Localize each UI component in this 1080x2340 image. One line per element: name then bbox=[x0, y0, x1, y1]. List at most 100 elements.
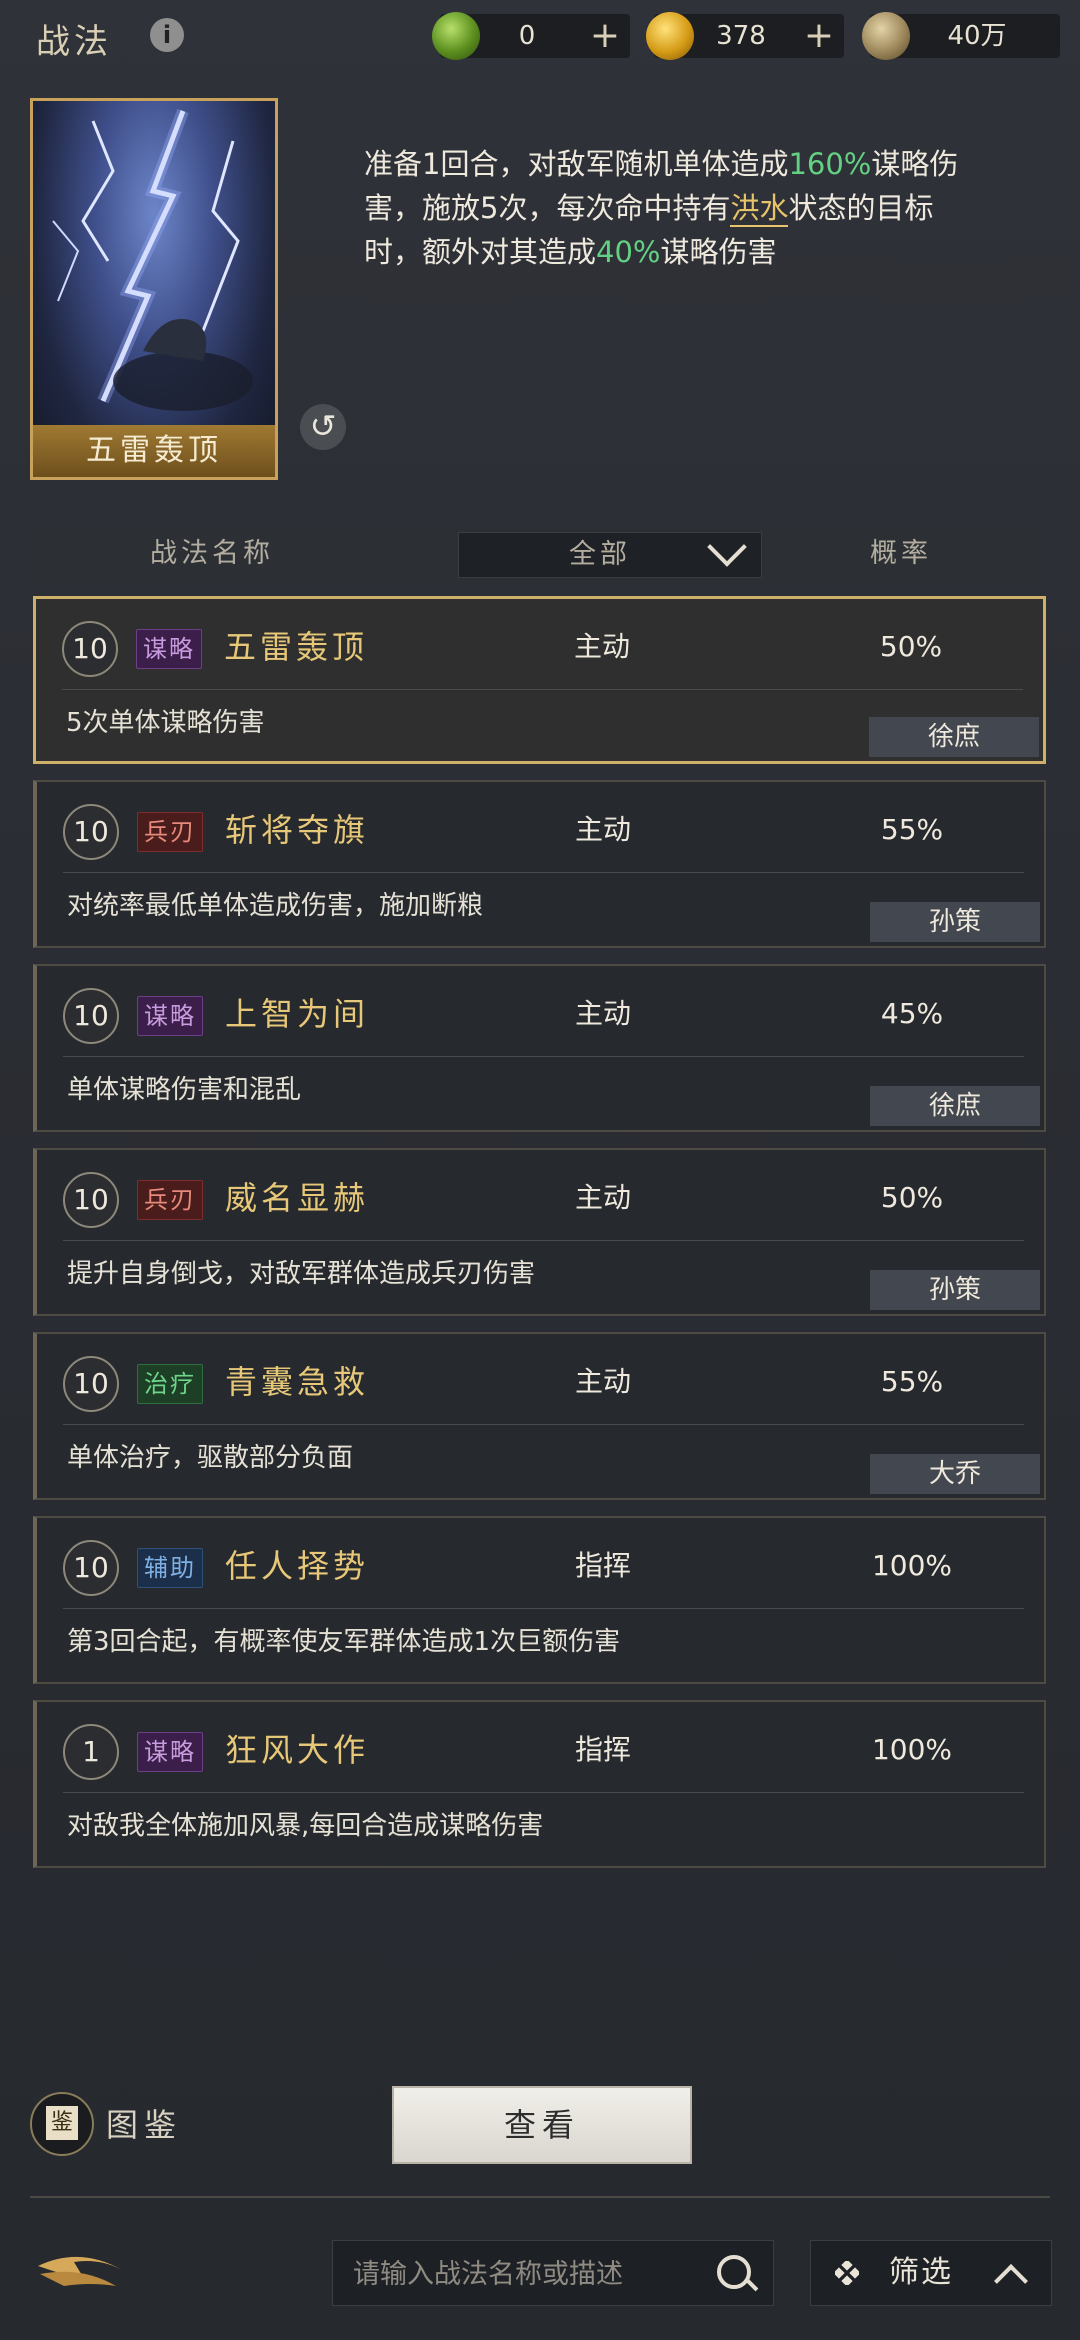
skill-level: 10 bbox=[63, 804, 119, 860]
codex-label: 图鉴 bbox=[106, 2106, 183, 2144]
skill-summary: 第3回合起，有概率使友军群体造成1次巨额伤害 bbox=[67, 1627, 621, 1657]
desc-value: 40% bbox=[596, 235, 661, 269]
search-input[interactable] bbox=[351, 2241, 695, 2307]
skill-category-tag: 治疗 bbox=[137, 1364, 203, 1404]
lightning-art bbox=[52, 108, 253, 411]
row-divider bbox=[63, 1424, 1024, 1425]
skill-name: 五雷轰顶 bbox=[224, 628, 369, 666]
skill-category-tag: 谋略 bbox=[137, 1732, 203, 1772]
skill-category-tag: 谋略 bbox=[136, 629, 202, 669]
skill-name: 上智为间 bbox=[225, 995, 370, 1033]
column-rate-header: 概率 bbox=[870, 538, 932, 569]
skill-name: 狂风大作 bbox=[225, 1731, 370, 1769]
skill-summary: 对敌我全体施加风暴,每回合造成谋略伤害 bbox=[67, 1811, 544, 1841]
filter-diamond-icon bbox=[835, 2261, 859, 2285]
skill-rate: 45% bbox=[880, 997, 944, 1030]
gold-coin-icon bbox=[646, 12, 694, 60]
row-divider bbox=[63, 1608, 1024, 1609]
skill-name: 青囊急救 bbox=[225, 1363, 370, 1401]
skill-row[interactable]: 10 治疗 青囊急救 主动 55% 单体治疗，驱散部分负面 大乔 bbox=[33, 1332, 1046, 1500]
add-jade-button[interactable]: + bbox=[590, 14, 620, 58]
skill-rate: 55% bbox=[880, 1365, 944, 1398]
chevron-down-icon bbox=[707, 527, 747, 567]
skill-rate: 50% bbox=[880, 1181, 944, 1214]
back-button[interactable] bbox=[30, 2236, 130, 2306]
chevron-up-icon bbox=[994, 2264, 1028, 2298]
skill-name: 斩将夺旗 bbox=[225, 811, 370, 849]
skill-card-name: 五雷轰顶 bbox=[33, 425, 275, 477]
skill-rate: 100% bbox=[871, 1733, 953, 1766]
row-divider bbox=[63, 1240, 1024, 1241]
skill-category-tag: 兵刃 bbox=[137, 812, 203, 852]
skill-summary: 5次单体谋略伤害 bbox=[66, 708, 265, 738]
skill-description: 准备1回合，对敌军随机单体造成160%谋略伤害，施放5次，每次命中持有洪水状态的… bbox=[364, 142, 984, 274]
jade-coin-icon bbox=[432, 12, 480, 60]
reset-icon[interactable]: ↺ bbox=[300, 404, 346, 450]
skill-summary: 对统率最低单体造成伤害，施加断粮 bbox=[67, 891, 484, 921]
skill-level: 1 bbox=[63, 1724, 119, 1780]
skill-type: 主动 bbox=[575, 813, 632, 846]
skill-owner-badge[interactable]: 徐庶 bbox=[869, 717, 1039, 757]
column-name-header: 战法名称 bbox=[150, 538, 274, 569]
skill-category-tag: 兵刃 bbox=[137, 1180, 203, 1220]
skill-card[interactable]: 五雷轰顶 bbox=[30, 98, 278, 480]
page-title: 战法 bbox=[36, 22, 112, 62]
view-button[interactable]: 查看 bbox=[392, 2086, 692, 2164]
codex-icon: 鉴 bbox=[30, 2092, 94, 2156]
skill-row[interactable]: 10 谋略 上智为间 主动 45% 单体谋略伤害和混乱 徐庶 bbox=[33, 964, 1046, 1132]
skill-name: 威名显赫 bbox=[225, 1179, 370, 1217]
skill-level: 10 bbox=[63, 1356, 119, 1412]
desc-value: 160% bbox=[788, 147, 872, 181]
copper-coin-icon bbox=[862, 12, 910, 60]
skill-type: 主动 bbox=[575, 997, 632, 1030]
skill-owner-badge[interactable]: 孙策 bbox=[870, 902, 1040, 942]
gold-currency: 378 + bbox=[646, 12, 844, 60]
skill-level: 10 bbox=[63, 1172, 119, 1228]
desc-text: 谋略伤害 bbox=[660, 235, 777, 269]
row-divider bbox=[62, 689, 1023, 690]
divider bbox=[30, 2196, 1050, 2198]
skill-rate: 55% bbox=[880, 813, 944, 846]
jade-amount: 0 bbox=[518, 21, 536, 51]
skill-level: 10 bbox=[63, 988, 119, 1044]
desc-status-link[interactable]: 洪水 bbox=[730, 191, 789, 227]
skill-row[interactable]: 10 谋略 五雷轰顶 主动 50% 5次单体谋略伤害 徐庶 bbox=[33, 596, 1046, 764]
skill-owner-badge[interactable]: 孙策 bbox=[870, 1270, 1040, 1310]
skill-row[interactable]: 10 兵刃 威名显赫 主动 50% 提升自身倒戈，对敌军群体造成兵刃伤害 孙策 bbox=[33, 1148, 1046, 1316]
desc-text: 准备1回合，对敌军随机单体造成 bbox=[364, 147, 789, 181]
row-divider bbox=[63, 872, 1024, 873]
row-divider bbox=[63, 1056, 1024, 1057]
skill-owner-badge[interactable]: 徐庶 bbox=[870, 1086, 1040, 1126]
skill-name: 任人择势 bbox=[225, 1547, 370, 1585]
skill-type: 主动 bbox=[574, 630, 631, 663]
filter-button[interactable]: 筛选 bbox=[810, 2240, 1052, 2306]
skill-category-tag: 谋略 bbox=[137, 996, 203, 1036]
info-icon[interactable]: i bbox=[150, 18, 184, 52]
row-divider bbox=[63, 1792, 1024, 1793]
back-arrow-icon bbox=[38, 2256, 122, 2286]
copper-currency: 40万 bbox=[862, 12, 1060, 60]
skill-summary: 提升自身倒戈，对敌军群体造成兵刃伤害 bbox=[67, 1259, 536, 1289]
skill-category-tag: 辅助 bbox=[137, 1548, 203, 1588]
skill-rate: 100% bbox=[871, 1549, 953, 1582]
copper-amount: 40万 bbox=[947, 21, 1007, 51]
list-header: 战法名称 全部 概率 bbox=[30, 524, 1048, 584]
skill-row[interactable]: 1 谋略 狂风大作 指挥 100% 对敌我全体施加风暴,每回合造成谋略伤害 bbox=[33, 1700, 1046, 1868]
skill-type: 主动 bbox=[575, 1365, 632, 1398]
skill-type: 指挥 bbox=[575, 1549, 632, 1582]
skill-rate: 50% bbox=[879, 630, 943, 663]
skill-type: 主动 bbox=[575, 1181, 632, 1214]
skill-summary: 单体治疗，驱散部分负面 bbox=[67, 1443, 354, 1473]
category-dropdown[interactable]: 全部 bbox=[458, 527, 762, 578]
add-gold-button[interactable]: + bbox=[804, 14, 834, 58]
jade-currency: 0 + bbox=[432, 12, 630, 60]
skill-level: 10 bbox=[63, 1540, 119, 1596]
search-icon[interactable] bbox=[717, 2255, 751, 2289]
skill-row[interactable]: 10 兵刃 斩将夺旗 主动 55% 对统率最低单体造成伤害，施加断粮 孙策 bbox=[33, 780, 1046, 948]
skill-row[interactable]: 10 辅助 任人择势 指挥 100% 第3回合起，有概率使友军群体造成1次巨额伤害 bbox=[33, 1516, 1046, 1684]
filter-label: 筛选 bbox=[889, 2255, 953, 2290]
gold-amount: 378 bbox=[716, 21, 766, 51]
skill-owner-badge[interactable]: 大乔 bbox=[870, 1454, 1040, 1494]
skill-summary: 单体谋略伤害和混乱 bbox=[67, 1075, 302, 1105]
search-box bbox=[332, 2240, 774, 2307]
